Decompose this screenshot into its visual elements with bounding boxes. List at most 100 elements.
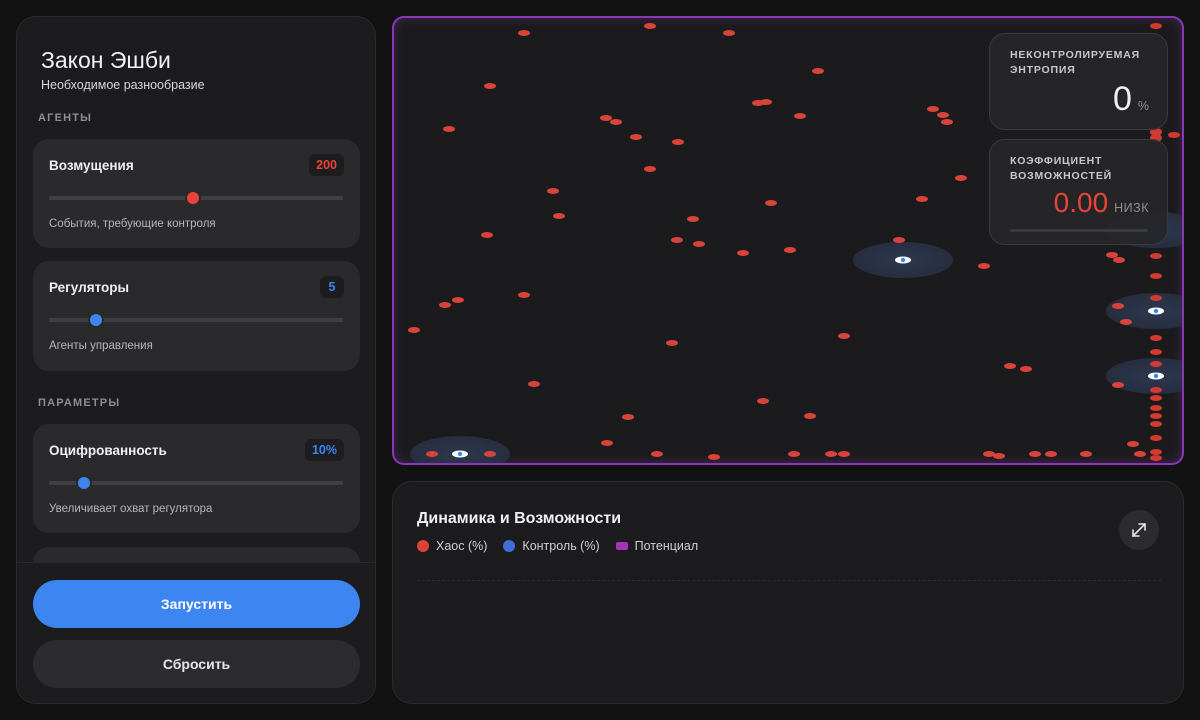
disturbance-agent (426, 451, 438, 457)
disturbance-agent (757, 398, 769, 404)
disturbance-agent (547, 188, 559, 194)
disturbance-agent (1029, 451, 1041, 457)
disturbance-agent (630, 134, 642, 140)
chart-grid-line (417, 580, 1161, 581)
disturbance-agent (601, 440, 613, 446)
disturbance-agent (1134, 451, 1146, 457)
disturbance-agent (439, 302, 451, 308)
disturbance-agent (528, 381, 540, 387)
disturbance-agent (1120, 319, 1132, 325)
chart-title: Динамика и Возможности (417, 510, 622, 527)
entropy-label: НЕКОНТРОЛИРУЕМАЯ ЭНТРОПИЯ (1010, 49, 1140, 76)
disturbances-description: События, требующие контроля (49, 218, 216, 230)
disturbance-agent (1020, 366, 1032, 372)
disturbance-agent (760, 99, 772, 105)
disturbance-agent (838, 451, 850, 457)
disturbance-agent (693, 241, 705, 247)
chart-legend: Хаос (%) Контроль (%) Потенциал (417, 539, 698, 553)
regulator-agent (895, 256, 911, 264)
disturbance-agent (671, 237, 683, 243)
disturbance-agent (737, 250, 749, 256)
expand-arrows-icon (1132, 523, 1146, 537)
regulators-description: Агенты управления (49, 340, 153, 352)
digitization-slider-thumb[interactable] (76, 475, 93, 491)
disturbance-agent (672, 139, 684, 145)
disturbances-card: Возмущения 200 События, требующие контро… (33, 139, 360, 248)
disturbance-agent (452, 297, 464, 303)
legend-item-chaos[interactable]: Хаос (%) (417, 539, 487, 553)
legend-swatch-potential (615, 542, 628, 550)
opportunity-label: КОЭФФИЦИЕНТ ВОЗМОЖНОСТЕЙ (1010, 155, 1112, 182)
disturbance-agent (610, 119, 622, 125)
disturbance-agent (518, 292, 530, 298)
action-area: Запустить Сбросить (17, 562, 375, 703)
disturbance-agent (916, 196, 928, 202)
disturbance-agent (687, 216, 699, 222)
disturbance-agent (1112, 382, 1124, 388)
disturbance-agent (666, 340, 678, 346)
disturbance-agent (443, 126, 455, 132)
disturbance-agent (1127, 441, 1139, 447)
disturbance-agent (804, 413, 816, 419)
regulators-card: Регуляторы 5 Агенты управления (33, 261, 360, 371)
legend-swatch-control (503, 540, 516, 552)
disturbance-agent (622, 414, 634, 420)
disturbance-agent (651, 451, 663, 457)
control-panel: Закон Эшби Необходимое разнообразие АГЕН… (16, 16, 376, 704)
disturbance-agent (644, 23, 656, 29)
regulators-slider-thumb[interactable] (88, 312, 105, 328)
opportunity-value: 0.00 (1053, 187, 1109, 218)
regulators-slider[interactable] (49, 312, 343, 328)
disturbance-agent (941, 119, 953, 125)
disturbance-agent (644, 166, 656, 172)
opportunity-stat-card: КОЭФФИЦИЕНТ ВОЗМОЖНОСТЕЙ 0.00 НИЗК (989, 139, 1168, 245)
disturbances-slider[interactable] (49, 190, 343, 206)
chart-panel: Динамика и Возможности Хаос (%) Контроль… (392, 481, 1184, 704)
disturbance-agent (784, 247, 796, 253)
disturbance-agent (794, 113, 806, 119)
disturbance-agent (1112, 303, 1124, 309)
disturbance-agent (893, 237, 905, 243)
regulator-zone (1106, 293, 1182, 329)
disturbances-slider-thumb[interactable] (185, 190, 202, 206)
reset-button[interactable]: Сбросить (33, 640, 360, 688)
disturbance-agent (1045, 451, 1057, 457)
regulator-agent (1148, 372, 1164, 380)
disturbances-value-badge: 200 (309, 154, 344, 176)
expand-button[interactable] (1119, 510, 1159, 550)
disturbance-agent (484, 83, 496, 89)
opportunity-bar (1010, 229, 1148, 232)
legend-item-control[interactable]: Контроль (%) (503, 539, 600, 553)
disturbance-agent (553, 213, 565, 219)
entropy-unit: % (1137, 99, 1149, 113)
disturbance-agent (993, 453, 1005, 459)
disturbance-agent (600, 115, 612, 121)
disturbance-agent (927, 106, 939, 112)
regulators-value-badge: 5 (320, 276, 344, 298)
digitization-label: Оцифрованность (49, 443, 167, 458)
disturbance-agent (838, 333, 850, 339)
regulators-label: Регуляторы (49, 280, 130, 295)
opportunity-level: НИЗК (1114, 201, 1149, 215)
legend-label-control: Контроль (%) (522, 539, 600, 553)
disturbance-agent (484, 451, 496, 457)
digitization-value-badge: 10% (304, 439, 344, 461)
start-button[interactable]: Запустить (33, 580, 360, 628)
legend-label-chaos: Хаос (%) (436, 539, 488, 553)
regulator-zone (410, 436, 510, 463)
regulator-agent (452, 450, 468, 458)
legend-swatch-chaos (417, 540, 429, 552)
section-label-params: ПАРАМЕТРЫ (38, 397, 121, 409)
app-title: Закон Эшби (41, 47, 171, 73)
disturbance-agent (708, 454, 720, 460)
disturbance-agent (518, 30, 530, 36)
simulation-canvas[interactable]: НЕКОНТРОЛИРУЕМАЯ ЭНТРОПИЯ 0 % КОЭФФИЦИЕН… (392, 16, 1184, 465)
digitization-slider[interactable] (49, 475, 343, 491)
regulator-agent (1148, 307, 1164, 315)
disturbance-agent (408, 327, 420, 333)
legend-item-potential[interactable]: Потенциал (615, 539, 698, 553)
disturbance-agent (978, 263, 990, 269)
regulator-zone (1106, 358, 1182, 394)
app-subtitle: Необходимое разнообразие (41, 78, 205, 92)
disturbance-agent (955, 175, 967, 181)
